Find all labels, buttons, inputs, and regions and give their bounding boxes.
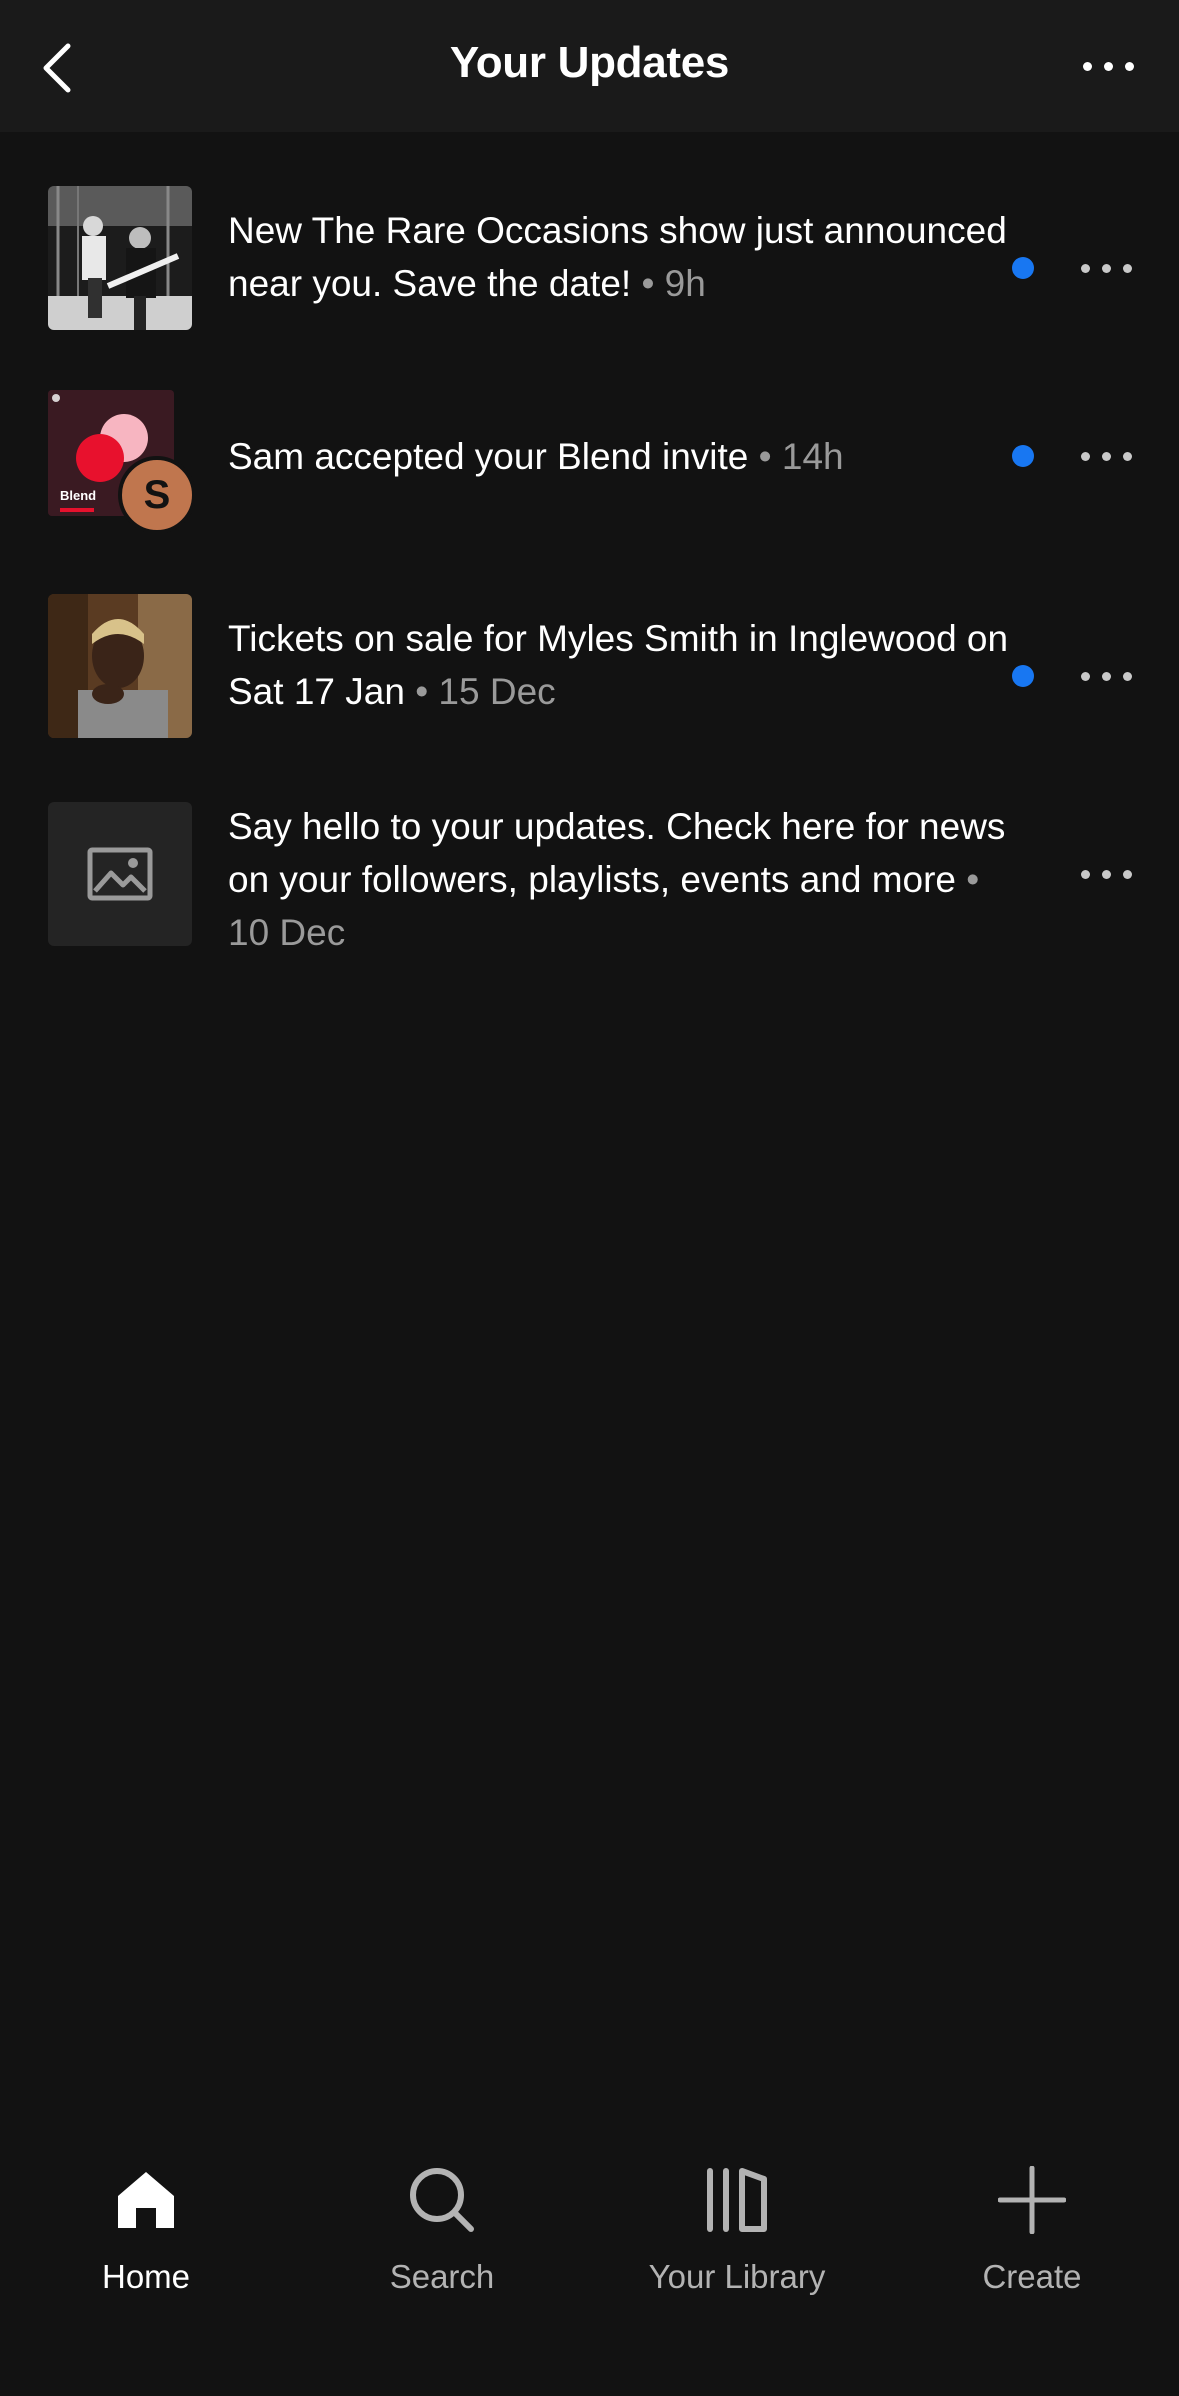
- header-more-button[interactable]: [1073, 46, 1143, 86]
- top-bar: Your Updates: [0, 0, 1179, 132]
- blend-label: Blend: [60, 488, 97, 503]
- more-options-icon: [1082, 61, 1134, 71]
- unread-indicator: [1012, 445, 1034, 467]
- bottom-navigation: Home Search Your Library Create: [0, 2108, 1179, 2396]
- update-text: Say hello to your updates. Check here fo…: [228, 806, 1006, 953]
- update-item[interactable]: Blend S Sam accepted your Blend invite •…: [0, 390, 1179, 540]
- more-options-icon: [1080, 671, 1132, 681]
- update-time: • 14h: [758, 436, 844, 477]
- nav-label-home: Home: [101, 2258, 191, 2295]
- image-placeholder-icon: [87, 847, 153, 901]
- nav-label-search: Search: [389, 2258, 495, 2295]
- more-options-icon: [1080, 451, 1132, 461]
- library-icon: [697, 2160, 777, 2240]
- artist-photo-thumbnail: [48, 594, 192, 738]
- item-more-button[interactable]: [1076, 436, 1136, 476]
- update-item[interactable]: Tickets on sale for Myles Smith in Ingle…: [0, 594, 1179, 754]
- update-time: • 9h: [641, 263, 706, 304]
- update-text: Tickets on sale for Myles Smith in Ingle…: [228, 618, 1009, 712]
- update-text: Sam accepted your Blend invite • 14h: [228, 436, 844, 477]
- item-more-button[interactable]: [1076, 656, 1136, 696]
- unread-indicator: [1012, 257, 1034, 279]
- update-text: New The Rare Occasions show just announc…: [228, 210, 1007, 304]
- plus-icon: [992, 2160, 1072, 2240]
- item-more-button[interactable]: [1076, 248, 1136, 288]
- nav-home[interactable]: Home: [36, 2160, 256, 2310]
- more-options-icon: [1080, 263, 1132, 273]
- image-placeholder-thumbnail: [48, 802, 192, 946]
- search-icon: [402, 2160, 482, 2240]
- update-item[interactable]: New The Rare Occasions show just announc…: [0, 186, 1179, 346]
- nav-label-create: Create: [982, 2258, 1082, 2295]
- unread-indicator: [1012, 665, 1034, 687]
- item-more-button[interactable]: [1076, 854, 1136, 894]
- band-photo-thumbnail: [48, 186, 192, 330]
- page-title: Your Updates: [449, 38, 730, 87]
- nav-label-library: Your Library: [648, 2258, 826, 2295]
- avatar-initial: S: [143, 472, 171, 517]
- more-options-icon: [1080, 869, 1132, 879]
- nav-search[interactable]: Search: [332, 2160, 552, 2310]
- update-item[interactable]: Say hello to your updates. Check here fo…: [0, 802, 1179, 982]
- home-icon: [106, 2160, 186, 2240]
- avatar: S: [118, 456, 196, 534]
- nav-create[interactable]: Create: [922, 2160, 1142, 2310]
- nav-library[interactable]: Your Library: [627, 2160, 847, 2310]
- update-time: • 15 Dec: [415, 671, 556, 712]
